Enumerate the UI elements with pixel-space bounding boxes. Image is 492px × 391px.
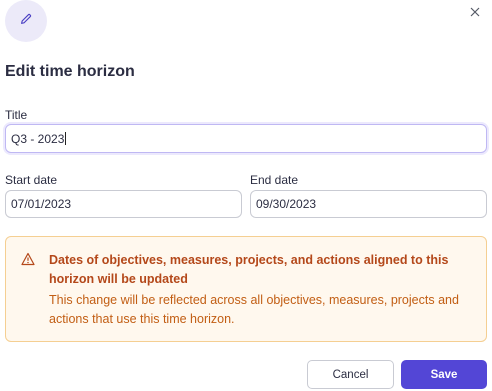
end-date-label: End date [250,173,299,187]
edit-header-badge [5,0,47,42]
start-date-value: 07/01/2023 [11,197,72,211]
start-date-input[interactable]: 07/01/2023 [5,190,242,218]
warning-alert: Dates of objectives, measures, projects,… [5,236,487,342]
cancel-button[interactable]: Cancel [307,360,394,389]
warning-icon [21,252,35,266]
alert-body: This change will be reflected across all… [49,293,459,326]
text-caret [65,132,67,145]
close-button[interactable] [466,4,484,22]
title-input-value: Q3 - 2023 [11,131,65,146]
dialog-title: Edit time horizon [5,63,135,80]
pencil-icon [19,12,33,31]
alert-heading: Dates of objectives, measures, projects,… [49,253,449,286]
start-date-label: Start date [5,173,58,187]
end-date-value: 09/30/2023 [256,197,317,211]
title-label: Title [5,108,28,122]
end-date-input[interactable]: 09/30/2023 [250,190,487,218]
save-button[interactable]: Save [401,360,487,389]
close-icon [470,4,480,22]
title-input[interactable]: Q3 - 2023 [5,124,487,153]
